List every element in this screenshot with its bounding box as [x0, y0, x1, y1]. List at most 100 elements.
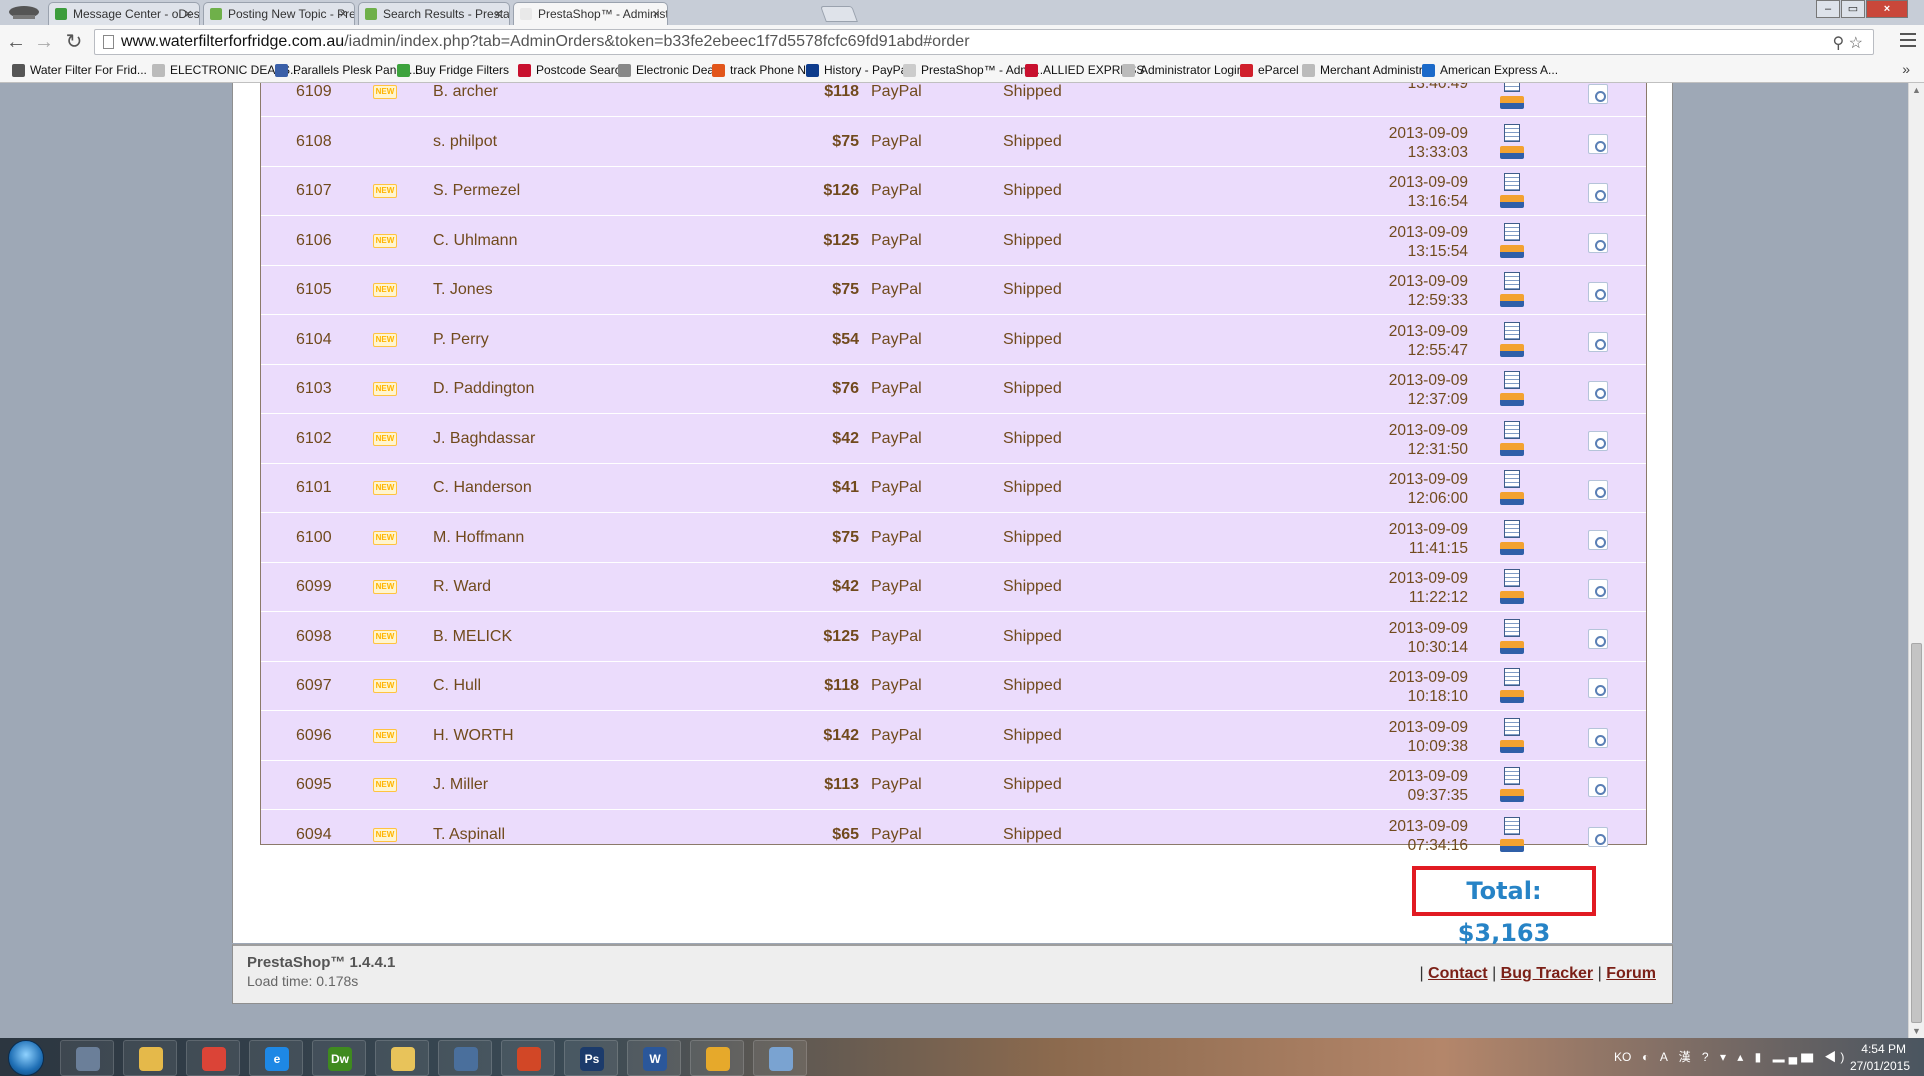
scroll-down-arrow-icon[interactable]: ▼: [1912, 1026, 1921, 1036]
invoice-icon[interactable]: [1504, 618, 1520, 637]
bookmark-item[interactable]: eParcel: [1240, 63, 1299, 77]
view-order-icon[interactable]: [1588, 777, 1608, 797]
table-row[interactable]: 6101 NEW C. Handerson $41 PayPal Shipped 2013-…: [261, 464, 1646, 513]
tab-prestashop-admin[interactable]: PrestaShop™ - Administra ×: [513, 2, 668, 25]
view-order-icon[interactable]: [1588, 480, 1608, 500]
delivery-slip-icon[interactable]: [1500, 294, 1524, 307]
invoice-icon[interactable]: [1504, 123, 1520, 142]
view-order-icon[interactable]: [1588, 430, 1608, 451]
reload-icon[interactable]: ↻: [62, 30, 86, 54]
taskbar-calculator-button[interactable]: [60, 1040, 114, 1076]
bookmark-item[interactable]: Electronic Deals: [618, 63, 723, 77]
tab-close-icon[interactable]: ×: [184, 6, 192, 21]
tab-posting-new-topic[interactable]: Posting New Topic - Presta ×: [203, 2, 355, 25]
invoice-icon[interactable]: [1504, 420, 1520, 439]
delivery-slip-icon[interactable]: [1500, 739, 1524, 753]
invoice-icon[interactable]: [1504, 371, 1520, 389]
delivery-slip-icon[interactable]: [1500, 393, 1524, 406]
table-row[interactable]: 6095 NEW J. Miller $113 PayPal Shipped 2013-09…: [261, 761, 1646, 810]
view-order-icon[interactable]: [1588, 628, 1608, 649]
view-order-icon[interactable]: [1588, 282, 1608, 302]
invoice-icon[interactable]: [1504, 717, 1520, 736]
invoice-icon[interactable]: [1504, 83, 1520, 92]
taskbar-internet-explorer-button[interactable]: e: [249, 1040, 303, 1076]
bookmark-item[interactable]: Merchant Administr...: [1302, 63, 1432, 77]
bookmark-item[interactable]: American Express A...: [1422, 63, 1558, 77]
invoice-icon[interactable]: [1504, 816, 1520, 835]
taskbar-remote-desktop-button[interactable]: [438, 1040, 492, 1076]
invoice-icon[interactable]: [1504, 668, 1520, 686]
invoice-icon[interactable]: [1504, 519, 1520, 538]
taskbar-paint-button[interactable]: [753, 1040, 807, 1076]
ime-indicator[interactable]: KO: [1614, 1050, 1631, 1064]
forward-arrow-icon[interactable]: →: [32, 30, 56, 54]
table-row[interactable]: 6104 NEW P. Perry $54 PayPal Shipped 2013-09-0…: [261, 316, 1646, 365]
taskbar-outlook-button[interactable]: [690, 1040, 744, 1076]
invoice-icon[interactable]: [1504, 222, 1520, 241]
clock-time[interactable]: 4:54 PM: [1861, 1042, 1906, 1056]
delivery-slip-icon[interactable]: [1500, 145, 1524, 159]
view-order-icon[interactable]: [1588, 529, 1608, 550]
delivery-slip-icon[interactable]: [1500, 195, 1524, 208]
invoice-icon[interactable]: [1504, 321, 1520, 340]
start-button[interactable]: [8, 1040, 44, 1076]
tab-message-center[interactable]: Message Center - oDesk ×: [48, 2, 200, 25]
delivery-slip-icon[interactable]: [1500, 244, 1524, 258]
taskbar-office-button[interactable]: [501, 1040, 555, 1076]
clock-date[interactable]: 27/01/2015: [1850, 1059, 1910, 1073]
bookmark-item[interactable]: track Phone No: [712, 63, 813, 77]
table-row[interactable]: 6107 NEW S. Permezel $126 PayPal Shipped 2013-…: [261, 167, 1646, 216]
view-order-icon[interactable]: [1588, 84, 1608, 104]
view-order-icon[interactable]: [1588, 183, 1608, 203]
forum-link[interactable]: Forum: [1606, 965, 1656, 982]
delivery-slip-icon[interactable]: [1500, 541, 1524, 555]
delivery-slip-icon[interactable]: [1500, 96, 1524, 109]
minimize-button[interactable]: –: [1816, 0, 1840, 18]
taskbar-word-button[interactable]: W: [627, 1040, 681, 1076]
tab-close-icon[interactable]: ×: [339, 6, 347, 21]
delivery-slip-icon[interactable]: [1500, 838, 1524, 852]
new-tab-button[interactable]: [820, 6, 858, 22]
table-row[interactable]: 6094 NEW T. Aspinall $65 PayPal Shipped 2013-0…: [261, 811, 1646, 860]
table-row[interactable]: 6105 NEW T. Jones $75 PayPal Shipped 2013-09-0…: [261, 266, 1646, 315]
maximize-button[interactable]: ▭: [1841, 0, 1865, 18]
taskbar-folder-button[interactable]: [375, 1040, 429, 1076]
invoice-icon[interactable]: [1504, 569, 1520, 587]
bookmark-item[interactable]: PrestaShop™ - Admi...: [903, 63, 1043, 77]
invoice-icon[interactable]: [1504, 470, 1520, 488]
table-row[interactable]: 6097 NEW C. Hull $118 PayPal Shipped 2013-09-0…: [261, 662, 1646, 711]
back-arrow-icon[interactable]: ←: [4, 30, 28, 54]
bookmark-item[interactable]: Postcode Search: [518, 63, 627, 77]
table-row[interactable]: 6109 NEW B. archer $118 PayPal Shipped 13:40:4…: [261, 83, 1646, 117]
contact-link[interactable]: Contact: [1428, 965, 1488, 982]
view-order-icon[interactable]: [1588, 579, 1608, 599]
invoice-icon[interactable]: [1504, 173, 1520, 191]
bookmark-item[interactable]: Water Filter For Frid...: [12, 63, 147, 77]
table-row[interactable]: 6098 NEW B. MELICK $125 PayPal Shipped 2013-09…: [261, 613, 1646, 662]
page-scrollbar[interactable]: ▲ ▼: [1908, 83, 1924, 1038]
taskbar-photoshop-button[interactable]: Ps: [564, 1040, 618, 1076]
delivery-slip-icon[interactable]: [1500, 492, 1524, 505]
view-order-icon[interactable]: [1588, 678, 1608, 698]
scrollbar-thumb[interactable]: [1911, 643, 1922, 1023]
delivery-slip-icon[interactable]: [1500, 640, 1524, 654]
menu-icon[interactable]: [1900, 33, 1916, 47]
delivery-slip-icon[interactable]: [1500, 442, 1524, 456]
bookmark-item[interactable]: Administrator Login...: [1122, 63, 1253, 77]
bug-tracker-link[interactable]: Bug Tracker: [1501, 965, 1593, 982]
invoice-icon[interactable]: [1504, 272, 1520, 290]
view-order-icon[interactable]: [1588, 727, 1608, 748]
close-window-button[interactable]: ×: [1866, 0, 1908, 18]
view-order-icon[interactable]: [1588, 826, 1608, 847]
delivery-slip-icon[interactable]: [1500, 789, 1524, 802]
table-row[interactable]: 6099 NEW R. Ward $42 PayPal Shipped 2013-09-09…: [261, 563, 1646, 612]
view-order-icon[interactable]: [1588, 232, 1608, 253]
table-row[interactable]: 6103 NEW D. Paddington $76 PayPal Shipped 2013…: [261, 365, 1646, 414]
tab-close-icon[interactable]: ×: [652, 6, 660, 21]
table-row[interactable]: 6100 NEW M. Hoffmann $75 PayPal Shipped 2013-0…: [261, 514, 1646, 563]
address-bar[interactable]: www.waterfilterforfridge.com.au/iadmin/i…: [94, 29, 1874, 55]
table-row[interactable]: 6102 NEW J. Baghdassar $42 PayPal Shipped 2013…: [261, 415, 1646, 464]
delivery-slip-icon[interactable]: [1500, 690, 1524, 703]
tab-close-icon[interactable]: ×: [494, 6, 502, 21]
taskbar-dreamweaver-button[interactable]: Dw: [312, 1040, 366, 1076]
